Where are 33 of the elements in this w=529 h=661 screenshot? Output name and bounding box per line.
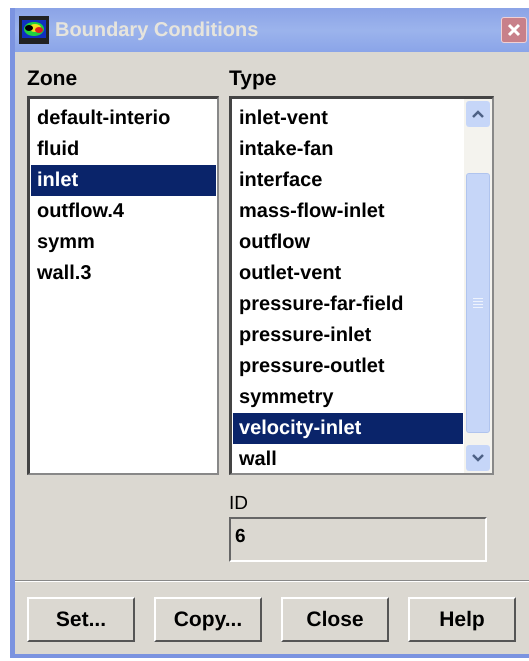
list-item[interactable]: default-interio: [31, 103, 216, 134]
list-item[interactable]: outflow: [233, 227, 463, 258]
list-item[interactable]: symm: [31, 227, 216, 258]
window-title: Boundary Conditions: [55, 18, 258, 43]
list-item[interactable]: pressure-inlet: [233, 320, 463, 351]
scroll-thumb[interactable]: [466, 173, 490, 433]
list-item[interactable]: outlet-vent: [233, 258, 463, 289]
id-field[interactable]: 6: [229, 517, 487, 562]
list-item[interactable]: outflow.4: [31, 196, 216, 227]
close-icon[interactable]: [501, 17, 527, 43]
dialog-button[interactable]: Set...: [27, 597, 135, 642]
type-label: Type: [229, 66, 278, 92]
app-icon: [19, 16, 49, 44]
dialog-button[interactable]: Copy...: [154, 597, 262, 642]
list-item[interactable]: intake-fan: [233, 134, 463, 165]
zone-label: Zone: [27, 66, 78, 92]
scrollbar[interactable]: [464, 99, 492, 473]
list-item[interactable]: inlet-vent: [233, 103, 463, 134]
list-item[interactable]: fluid: [31, 134, 216, 165]
list-item[interactable]: velocity-inlet: [233, 413, 463, 444]
scroll-up-icon[interactable]: [466, 101, 490, 127]
dialog-button[interactable]: Close: [281, 597, 389, 642]
list-item[interactable]: inlet: [31, 165, 216, 196]
list-item[interactable]: interface: [233, 165, 463, 196]
dialog-button[interactable]: Help: [408, 597, 516, 642]
list-item[interactable]: wall: [233, 444, 463, 473]
list-item[interactable]: pressure-outlet: [233, 351, 463, 382]
scroll-down-icon[interactable]: [466, 445, 490, 471]
list-item[interactable]: mass-flow-inlet: [233, 196, 463, 227]
list-item[interactable]: wall.3: [31, 258, 216, 289]
list-item[interactable]: symmetry: [233, 382, 463, 413]
id-label: ID: [229, 493, 249, 515]
list-item[interactable]: pressure-far-field: [233, 289, 463, 320]
